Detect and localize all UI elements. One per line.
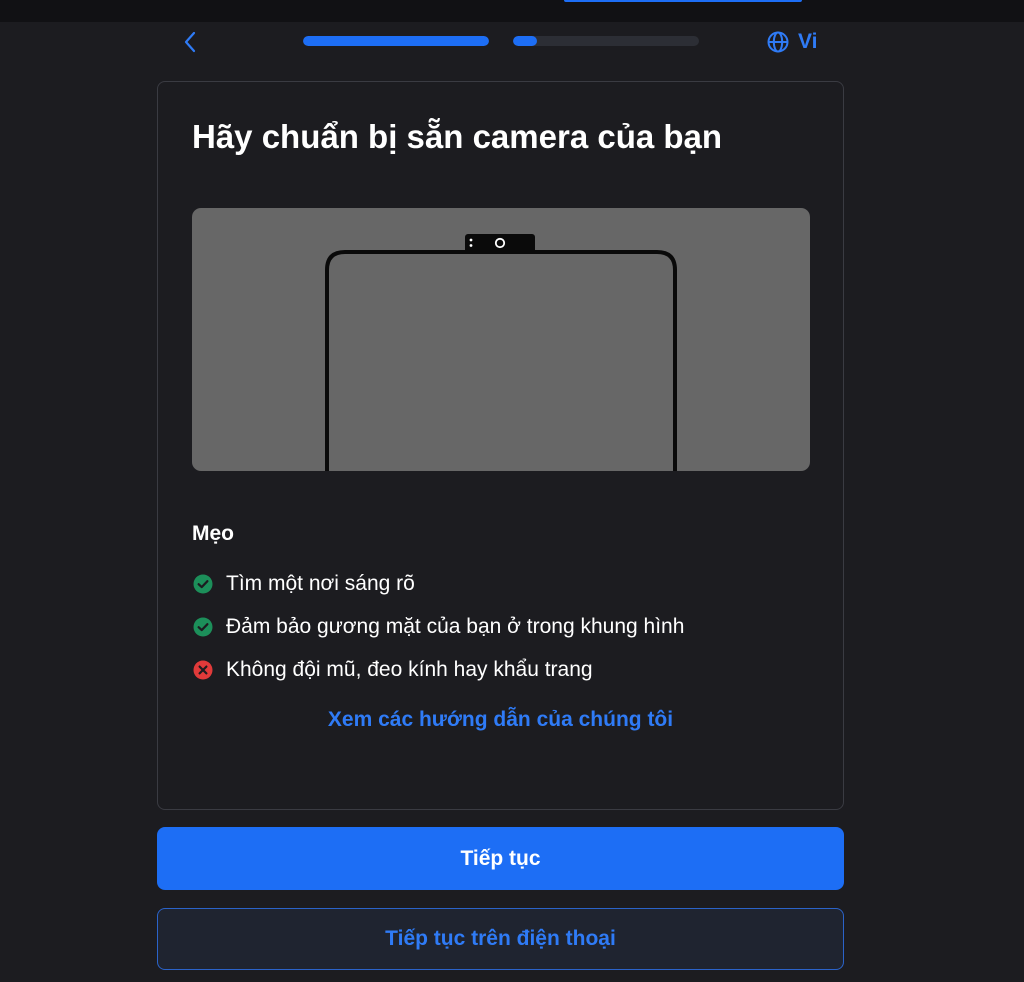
check-circle-icon (192, 573, 214, 595)
language-label: Vi (798, 30, 818, 53)
tips-list: Tìm một nơi sáng rõ Đảm bảo gương mặt củ… (192, 562, 684, 691)
language-selector[interactable]: Vi (766, 28, 817, 56)
back-button[interactable] (176, 28, 204, 56)
tip-text: Đảm bảo gương mặt của bạn ở trong khung … (226, 614, 685, 638)
chevron-left-icon (184, 31, 196, 53)
tips-heading: Mẹo (192, 522, 234, 545)
continue-button[interactable]: Tiếp tục (157, 827, 844, 890)
globe-icon (767, 31, 789, 53)
progress-step-1 (303, 36, 489, 46)
progress-step-1-fill (303, 36, 489, 46)
progress-step-2 (513, 36, 699, 46)
guidelines-link[interactable]: Xem các hướng dẫn của chúng tôi (158, 708, 843, 732)
page-title: Hãy chuẩn bị sẵn camera của bạn (192, 118, 723, 155)
tip-item: Đảm bảo gương mặt của bạn ở trong khung … (192, 605, 684, 648)
check-circle-icon (192, 616, 214, 638)
tip-text: Tìm một nơi sáng rõ (226, 571, 415, 595)
browser-top-strip (0, 0, 1024, 22)
laptop-webcam-icon (325, 234, 677, 471)
step-navigation: Vi (0, 22, 1024, 62)
progress-step-2-fill (513, 36, 538, 46)
tip-text: Không đội mũ, đeo kính hay khẩu trang (226, 657, 593, 681)
page: Vi Hãy chuẩn bị sẵn camera của bạn Mẹo T… (0, 0, 1024, 982)
continue-on-phone-button[interactable]: Tiếp tục trên điện thoại (157, 908, 844, 970)
x-circle-icon (192, 659, 214, 681)
camera-prep-card: Hãy chuẩn bị sẵn camera của bạn Mẹo Tìm … (157, 81, 844, 810)
top-accent-bar (564, 0, 802, 2)
device-camera-illustration (192, 208, 810, 471)
tip-item: Không đội mũ, đeo kính hay khẩu trang (192, 648, 684, 691)
tip-item: Tìm một nơi sáng rõ (192, 562, 684, 605)
